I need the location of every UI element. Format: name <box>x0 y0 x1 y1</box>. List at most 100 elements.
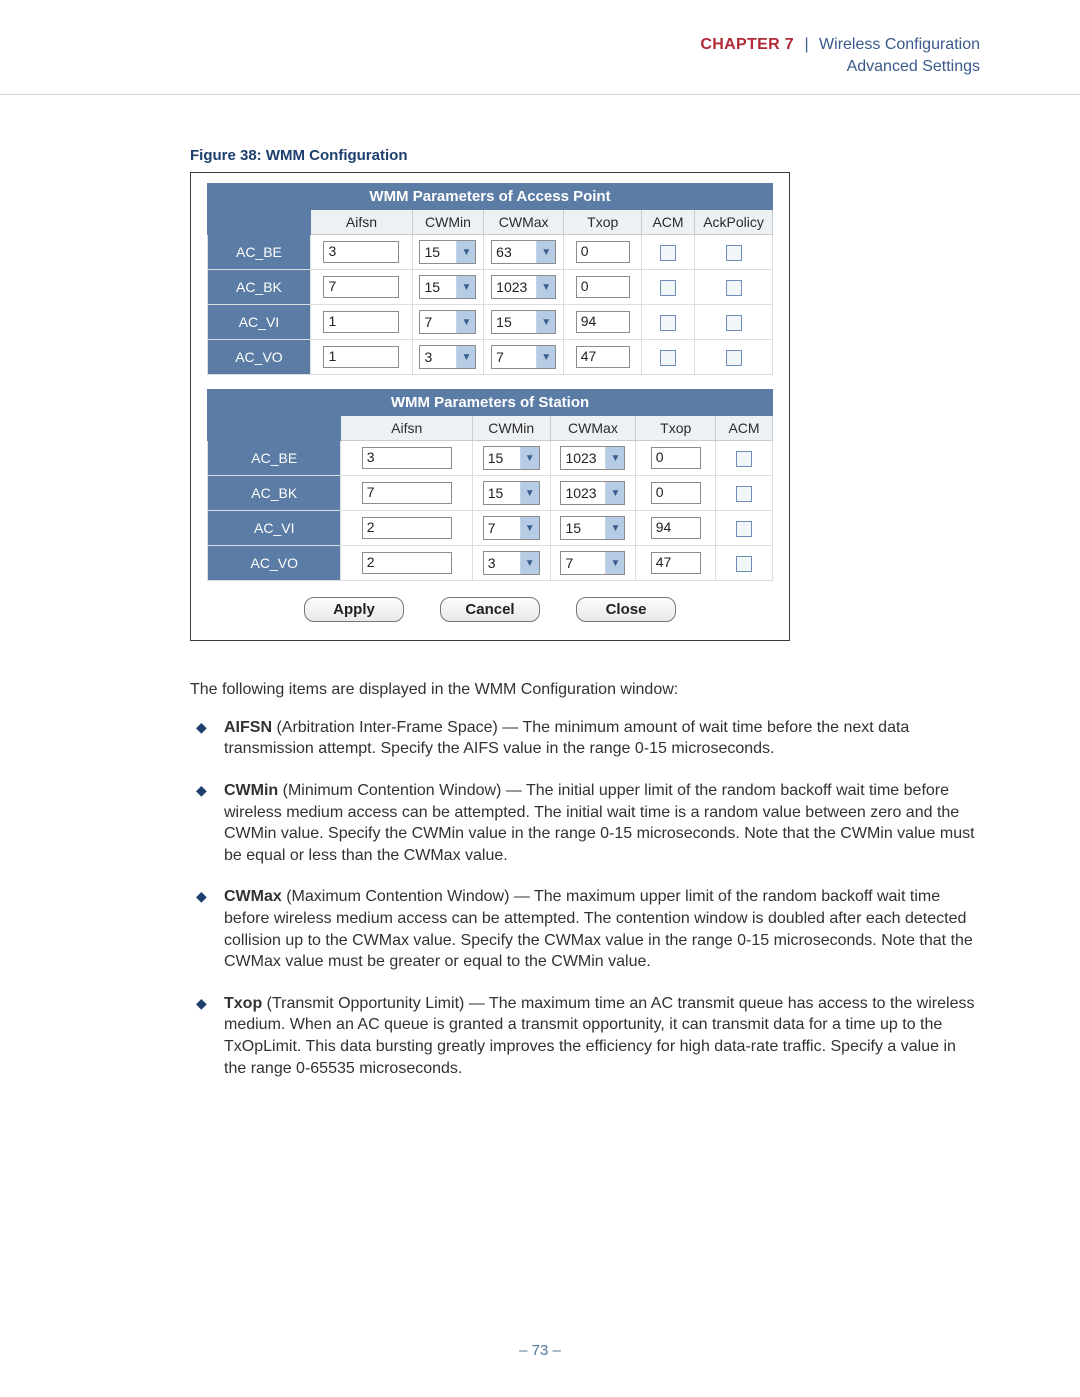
chevron-down-icon: ▼ <box>536 346 555 368</box>
page-number: – 73 – <box>0 1342 1080 1359</box>
select-input[interactable]: 7▼ <box>491 345 556 369</box>
checkbox-input[interactable] <box>736 486 752 502</box>
text-input[interactable]: 3 <box>362 447 452 469</box>
select-input[interactable]: 1023▼ <box>491 275 556 299</box>
wmm-sta-header-row: Aifsn CWMin CWMax Txop ACM <box>208 416 773 441</box>
text-input[interactable]: 0 <box>576 276 630 298</box>
chevron-down-icon: ▼ <box>520 552 539 574</box>
chapter-title: Wireless Configuration <box>819 36 980 53</box>
col-acm: ACM <box>716 416 773 441</box>
apply-button[interactable]: Apply <box>304 597 404 622</box>
text-input[interactable]: 2 <box>362 552 452 574</box>
table-row: AC_BK 7 15▼ 1023▼ 0 <box>208 270 773 305</box>
definition-item: CWMax (Maximum Contention Window) — The … <box>196 886 980 972</box>
row-label: AC_BK <box>208 270 311 305</box>
checkbox-input[interactable] <box>660 315 676 331</box>
definition-term: AIFSN <box>224 719 272 736</box>
text-input[interactable]: 0 <box>651 447 701 469</box>
select-input[interactable]: 15▼ <box>560 516 625 540</box>
text-input[interactable]: 1 <box>323 311 399 333</box>
table-row: AC_BE315▼1023▼0 <box>208 441 773 476</box>
chevron-down-icon: ▼ <box>456 241 475 263</box>
col-blank <box>208 416 341 441</box>
select-input[interactable]: 15▼ <box>483 446 540 470</box>
col-blank <box>208 210 311 235</box>
wmm-ap-header-row: Aifsn CWMin CWMax Txop ACM AckPolicy <box>208 210 773 235</box>
checkbox-input[interactable] <box>726 315 742 331</box>
chevron-down-icon: ▼ <box>536 311 555 333</box>
checkbox-input[interactable] <box>726 245 742 261</box>
chevron-down-icon: ▼ <box>456 346 475 368</box>
definition-term: CWMax <box>224 888 282 905</box>
table-row: AC_BE 3 15▼ 63▼ 0 <box>208 235 773 270</box>
text-input[interactable]: 7 <box>323 276 399 298</box>
text-input[interactable]: 0 <box>576 241 630 263</box>
text-input[interactable]: 47 <box>651 552 701 574</box>
cancel-button[interactable]: Cancel <box>440 597 540 622</box>
body-intro: The following items are displayed in the… <box>190 679 980 701</box>
chevron-down-icon: ▼ <box>605 482 624 504</box>
table-row: AC_VI 2 7▼ 15▼ 94 <box>208 511 773 546</box>
definition-item: CWMin (Minimum Contention Window) — The … <box>196 780 980 866</box>
chevron-down-icon: ▼ <box>536 276 555 298</box>
button-row: Apply Cancel Close <box>207 597 773 622</box>
select-input[interactable]: 15▼ <box>491 310 556 334</box>
chapter-subtitle: Advanced Settings <box>700 56 980 78</box>
figure-frame: WMM Parameters of Access Point Aifsn CWM… <box>190 172 790 641</box>
col-aifsn: Aifsn <box>341 416 472 441</box>
checkbox-input[interactable] <box>726 350 742 366</box>
text-input[interactable]: 7 <box>362 482 452 504</box>
text-input[interactable]: 1 <box>323 346 399 368</box>
definition-term: CWMin <box>224 782 278 799</box>
select-input[interactable]: 15▼ <box>419 275 476 299</box>
select-input[interactable]: 1023▼ <box>560 481 625 505</box>
checkbox-input[interactable] <box>660 245 676 261</box>
col-cwmax: CWMax <box>483 210 564 235</box>
col-aifsn: Aifsn <box>310 210 412 235</box>
text-input[interactable]: 94 <box>576 311 630 333</box>
row-label: AC_VI <box>208 511 341 546</box>
col-txop: Txop <box>636 416 716 441</box>
text-input[interactable]: 94 <box>651 517 701 539</box>
checkbox-input[interactable] <box>660 350 676 366</box>
checkbox-input[interactable] <box>736 521 752 537</box>
select-input[interactable]: 15▼ <box>419 240 476 264</box>
chapter-label: CHAPTER 7 <box>700 36 794 53</box>
close-button[interactable]: Close <box>576 597 676 622</box>
table-row: AC_BK 7 15▼ 1023▼ 0 <box>208 476 773 511</box>
definition-text: (Transmit Opportunity Limit) — The maxim… <box>224 995 974 1077</box>
table-row: AC_VI 1 7▼ 15▼ 94 <box>208 305 773 340</box>
checkbox-input[interactable] <box>736 556 752 572</box>
row-label: AC_VO <box>208 340 311 375</box>
checkbox-input[interactable] <box>660 280 676 296</box>
chevron-down-icon: ▼ <box>456 311 475 333</box>
select-input[interactable]: 63▼ <box>491 240 556 264</box>
select-input[interactable]: 7▼ <box>560 551 625 575</box>
text-input[interactable]: 47 <box>576 346 630 368</box>
text-input[interactable]: 3 <box>323 241 399 263</box>
select-input[interactable]: 3▼ <box>419 345 476 369</box>
chevron-down-icon: ▼ <box>520 447 539 469</box>
row-label: AC_BE <box>208 235 311 270</box>
select-input[interactable]: 3▼ <box>483 551 540 575</box>
select-input[interactable]: 1023▼ <box>560 446 625 470</box>
select-input[interactable]: 15▼ <box>483 481 540 505</box>
col-ackpolicy: AckPolicy <box>695 210 773 235</box>
select-input[interactable]: 7▼ <box>483 516 540 540</box>
checkbox-input[interactable] <box>736 451 752 467</box>
text-input[interactable]: 0 <box>651 482 701 504</box>
row-label: AC_BK <box>208 476 341 511</box>
row-label: AC_VI <box>208 305 311 340</box>
text-input[interactable]: 2 <box>362 517 452 539</box>
definition-term: Txop <box>224 995 262 1012</box>
chevron-down-icon: ▼ <box>605 447 624 469</box>
checkbox-input[interactable] <box>726 280 742 296</box>
wmm-ap-table: WMM Parameters of Access Point Aifsn CWM… <box>207 183 773 375</box>
chevron-down-icon: ▼ <box>456 276 475 298</box>
select-input[interactable]: 7▼ <box>419 310 476 334</box>
col-cwmin: CWMin <box>472 416 550 441</box>
header-separator: | <box>798 36 814 53</box>
definition-list: AIFSN (Arbitration Inter-Frame Space) — … <box>196 717 980 1079</box>
wmm-sta-table: WMM Parameters of Station Aifsn CWMin CW… <box>207 389 773 581</box>
chevron-down-icon: ▼ <box>605 517 624 539</box>
